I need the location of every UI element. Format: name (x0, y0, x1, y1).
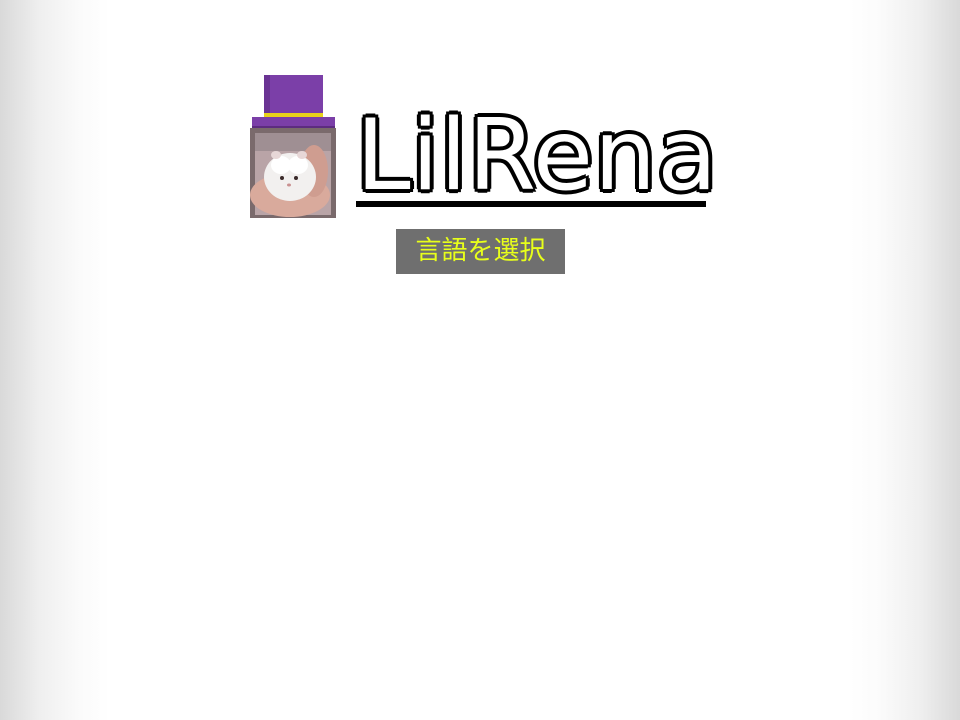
site-title-link[interactable]: LilRena (356, 96, 717, 216)
hamster-top-hat-icon (250, 75, 336, 219)
select-language-button[interactable]: 言語を選択 (396, 229, 565, 274)
title-underline (356, 201, 706, 207)
site-title: LilRena (356, 99, 719, 213)
page: LilRena 言語を選択 (0, 0, 960, 720)
